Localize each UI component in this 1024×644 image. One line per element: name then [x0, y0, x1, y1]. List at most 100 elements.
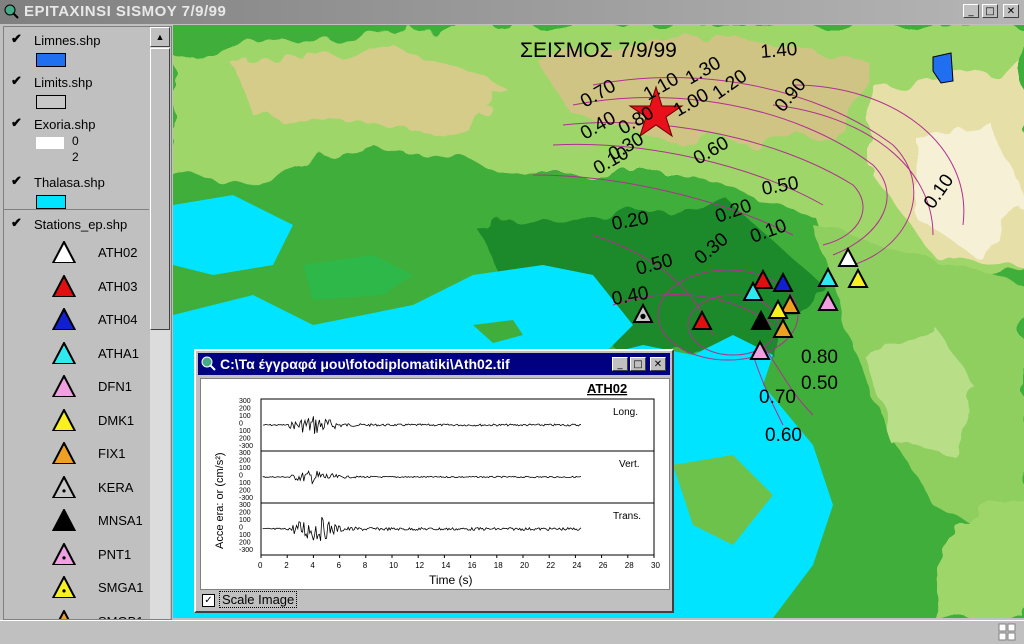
- station-triangle-icon: [52, 475, 76, 498]
- sub-maximize-button[interactable]: □: [630, 357, 646, 371]
- waveform-trace: [262, 517, 582, 541]
- scale-image-checkbox[interactable]: ✓ Scale Image: [202, 591, 298, 608]
- subwindow-title: C:\Τα έγγραφά μου\fotodiplomatiki\Ath02.…: [220, 356, 510, 372]
- subwindow-globe-icon: [201, 356, 216, 371]
- station-name: PNT1: [98, 546, 132, 562]
- accelerogram-plot: ATH02 Acce era: or (cm/s²) Time (s) Long…: [214, 381, 660, 587]
- y-tick-label: 100: [239, 532, 251, 539]
- layer-symbol: [36, 195, 66, 209]
- layer-visible-checkbox[interactable]: ✔: [11, 173, 22, 189]
- layer-name: Thalasa.shp: [34, 175, 105, 190]
- grid-resize-icon[interactable]: [998, 623, 1016, 641]
- station-name: SMGA1: [98, 580, 144, 595]
- scroll-up-button[interactable]: ▲: [150, 27, 170, 47]
- layer-visible-checkbox[interactable]: ✔: [11, 215, 22, 231]
- minimize-button[interactable]: _: [963, 4, 979, 18]
- x-tick-label: 28: [625, 561, 634, 570]
- station-name: ATHA1: [98, 345, 139, 361]
- y-tick-label: 100: [239, 517, 251, 524]
- y-tick-label: 0: [239, 421, 243, 428]
- layer-name: Exoria.shp: [34, 117, 96, 132]
- y-tick-label: 300: [239, 450, 251, 457]
- x-tick-label: 24: [572, 561, 581, 570]
- sub-close-button[interactable]: ✕: [650, 357, 666, 371]
- y-tick-label: 100: [239, 480, 251, 487]
- legend-scrollbar[interactable]: ▲: [150, 27, 170, 619]
- station-legend-item: MNSA1: [52, 507, 152, 537]
- station-triangle-icon: [52, 308, 76, 330]
- component-label: Trans.: [613, 511, 641, 522]
- station-legend-item: ATH04: [52, 306, 152, 336]
- station-name: DMK1: [98, 412, 135, 428]
- y-tick-label: 300: [239, 502, 251, 509]
- x-tick-label: 26: [599, 561, 608, 570]
- station-triangle-icon: [52, 442, 76, 464]
- layer-name: Stations_ep.shp: [34, 217, 128, 232]
- station-legend-item: FIX1: [52, 440, 152, 470]
- layer-visible-checkbox[interactable]: ✔: [11, 73, 22, 89]
- layer-visible-checkbox[interactable]: ✔: [11, 115, 22, 131]
- station-legend-item: DMK1: [52, 407, 152, 437]
- layer-name: Limits.shp: [34, 75, 93, 90]
- station-name: MNSA1: [98, 513, 143, 528]
- y-tick-label: -300: [239, 495, 253, 502]
- station-triangle-icon: [52, 542, 76, 565]
- layer-legend-panel: ✔ Limnes.shp ✔ Limits.shp ✔ Exoria.shp 0…: [3, 26, 172, 620]
- component-label: Long.: [613, 407, 638, 418]
- y-tick-label: 200: [239, 488, 251, 495]
- station-name: ATH04: [98, 312, 138, 327]
- station-legend-item: PNT1: [52, 541, 152, 571]
- x-tick-label: 20: [520, 561, 529, 570]
- y-tick-label: 0: [239, 473, 243, 480]
- accelerogram-window[interactable]: C:\Τα έγγραφά μου\fotodiplomatiki\Ath02.…: [194, 349, 674, 613]
- contour-label: 1.40: [760, 39, 799, 63]
- app-globe-icon: [4, 4, 19, 19]
- station-name: ATH02: [98, 245, 138, 260]
- layer-symbol: [36, 137, 64, 149]
- station-name: ATH03: [98, 278, 138, 294]
- x-tick-label: 2: [284, 561, 289, 570]
- y-tick-label: -300: [239, 443, 253, 450]
- y-tick-label: -300: [239, 547, 253, 554]
- y-tick-label: 200: [239, 458, 251, 465]
- x-tick-label: 10: [389, 561, 398, 570]
- station-legend-item: KERA: [52, 474, 152, 504]
- y-tick-label: 0: [239, 525, 243, 532]
- accelerogram-image: ATH02 Acce era: or (cm/s²) Time (s) Long…: [200, 378, 670, 590]
- x-tick-label: 16: [468, 561, 477, 570]
- station-triangle-icon: [52, 274, 76, 297]
- layer-symbol: [36, 95, 66, 109]
- waveform-trace: [262, 470, 582, 485]
- x-tick-label: 12: [415, 561, 424, 570]
- station-triangle-icon: [58, 609, 70, 619]
- quake-label: ΣΕΙΣΜΟΣ 7/9/99: [520, 39, 677, 62]
- y-tick-label: 200: [239, 510, 251, 517]
- contour-label: 0.50: [801, 373, 838, 394]
- scroll-thumb[interactable]: [150, 48, 170, 330]
- maximize-button[interactable]: □: [982, 4, 998, 18]
- x-tick-label: 0: [258, 561, 263, 570]
- sub-minimize-button[interactable]: _: [612, 357, 628, 371]
- y-tick-label: 100: [239, 413, 251, 420]
- layer-symbol: [36, 53, 66, 67]
- y-tick-label: 200: [239, 540, 251, 547]
- station-legend-item: DFN1: [52, 373, 152, 403]
- component-label: Vert.: [619, 459, 640, 470]
- x-axis-label: Time (s): [429, 573, 473, 587]
- station-legend-item: ATH02: [52, 239, 152, 269]
- station-triangle-icon: [52, 375, 76, 397]
- class-value: 2: [72, 150, 79, 164]
- window-title: EPITAXINSI SISMOY 7/9/99: [24, 3, 227, 20]
- station-triangle-icon: [52, 509, 76, 531]
- checkbox-box[interactable]: ✓: [202, 594, 215, 608]
- station-triangle-icon: [52, 241, 76, 263]
- layer-visible-checkbox[interactable]: ✔: [11, 31, 22, 47]
- waveform-trace: [262, 416, 582, 434]
- close-button[interactable]: ✕: [1003, 4, 1019, 18]
- station-legend-item: ATH03: [52, 273, 152, 303]
- y-tick-label: 100: [239, 465, 251, 472]
- layer-name: Limnes.shp: [34, 33, 101, 48]
- x-tick-label: 30: [651, 561, 660, 570]
- y-tick-label: 200: [239, 436, 251, 443]
- station-legend-item: ATHA1: [52, 340, 152, 370]
